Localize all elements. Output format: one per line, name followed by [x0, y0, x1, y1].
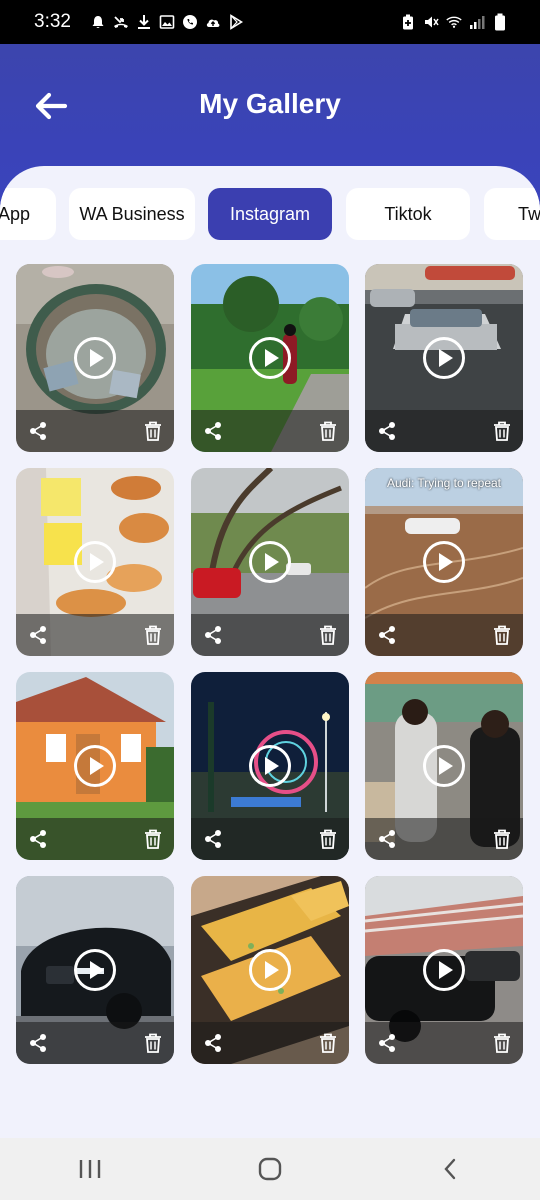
play-icon[interactable]: [248, 948, 292, 992]
share-icon[interactable]: [203, 829, 223, 849]
share-icon[interactable]: [203, 625, 223, 645]
play-icon[interactable]: [422, 336, 466, 380]
status-bar: 3:32: [0, 0, 540, 44]
video-card[interactable]: [191, 876, 349, 1064]
mute-icon: [423, 14, 439, 30]
video-card[interactable]: [365, 672, 523, 860]
video-card[interactable]: [191, 468, 349, 656]
download-icon: [136, 14, 152, 30]
share-icon[interactable]: [377, 829, 397, 849]
share-icon[interactable]: [28, 829, 48, 849]
video-card[interactable]: [191, 672, 349, 860]
recents-button[interactable]: [60, 1144, 120, 1194]
trash-icon[interactable]: [319, 829, 337, 849]
trash-icon[interactable]: [144, 625, 162, 645]
video-card[interactable]: [16, 876, 174, 1064]
wifi-icon: [446, 14, 462, 30]
play-icon[interactable]: [422, 540, 466, 584]
share-icon[interactable]: [203, 1033, 223, 1053]
share-icon[interactable]: [377, 421, 397, 441]
video-overlay-text: Audi: Trying to repeat: [386, 476, 502, 490]
video-card[interactable]: Audi: Trying to repeat: [365, 468, 523, 656]
share-icon[interactable]: [28, 1033, 48, 1053]
tab-twitter[interactable]: Twitter: [484, 188, 540, 240]
tab-tiktok[interactable]: Tiktok: [346, 188, 470, 240]
play-icon[interactable]: [73, 540, 117, 584]
trash-icon[interactable]: [144, 829, 162, 849]
battery-saver-icon: [400, 14, 416, 30]
share-icon[interactable]: [28, 421, 48, 441]
cloud-upload-icon: [205, 14, 221, 30]
video-card[interactable]: [191, 264, 349, 452]
share-icon[interactable]: [377, 1033, 397, 1053]
play-icon[interactable]: [73, 336, 117, 380]
play-icon[interactable]: [248, 540, 292, 584]
video-card[interactable]: [16, 264, 174, 452]
trash-icon[interactable]: [319, 421, 337, 441]
video-card[interactable]: [365, 264, 523, 452]
trash-icon[interactable]: [493, 1033, 511, 1053]
trash-icon[interactable]: [493, 829, 511, 849]
signal-icon: [469, 14, 485, 30]
trash-icon[interactable]: [493, 421, 511, 441]
battery-icon: [492, 13, 508, 31]
trash-icon[interactable]: [144, 1033, 162, 1053]
play-icon[interactable]: [248, 336, 292, 380]
image-icon: [159, 14, 175, 30]
share-icon[interactable]: [28, 625, 48, 645]
video-card[interactable]: [365, 876, 523, 1064]
trash-icon[interactable]: [319, 625, 337, 645]
tab-whatsapp[interactable]: WhatsApp: [0, 188, 56, 240]
tab-wa-business[interactable]: WA Business: [69, 188, 195, 240]
page-title: My Gallery: [199, 88, 341, 119]
play-icon[interactable]: [248, 744, 292, 788]
share-icon[interactable]: [377, 625, 397, 645]
tab-instagram[interactable]: Instagram: [208, 188, 332, 240]
trash-icon[interactable]: [144, 421, 162, 441]
trash-icon[interactable]: [319, 1033, 337, 1053]
status-time: 3:32: [34, 11, 71, 32]
back-nav-button[interactable]: [420, 1144, 480, 1194]
whatsapp-icon: [182, 14, 198, 30]
share-icon[interactable]: [203, 421, 223, 441]
recents-icon: [79, 1160, 101, 1178]
play-store-icon: [228, 14, 244, 30]
video-card[interactable]: [16, 672, 174, 860]
play-icon[interactable]: [73, 744, 117, 788]
alarm-icon: [90, 14, 106, 30]
status-right: [400, 13, 508, 31]
gallery-content: WhatsApp WA Business Instagram Tiktok Tw…: [0, 166, 540, 1138]
play-icon[interactable]: [422, 744, 466, 788]
home-icon: [258, 1157, 282, 1181]
home-button[interactable]: [240, 1144, 300, 1194]
chevron-left-icon: [444, 1158, 456, 1180]
status-left: 3:32: [34, 11, 244, 33]
system-nav-bar: [0, 1138, 540, 1200]
play-icon[interactable]: [422, 948, 466, 992]
video-card[interactable]: [16, 468, 174, 656]
source-tabs: WhatsApp WA Business Instagram Tiktok Tw…: [0, 188, 540, 242]
trash-icon[interactable]: [493, 625, 511, 645]
play-icon[interactable]: [73, 948, 117, 992]
missed-call-icon: [113, 14, 129, 30]
